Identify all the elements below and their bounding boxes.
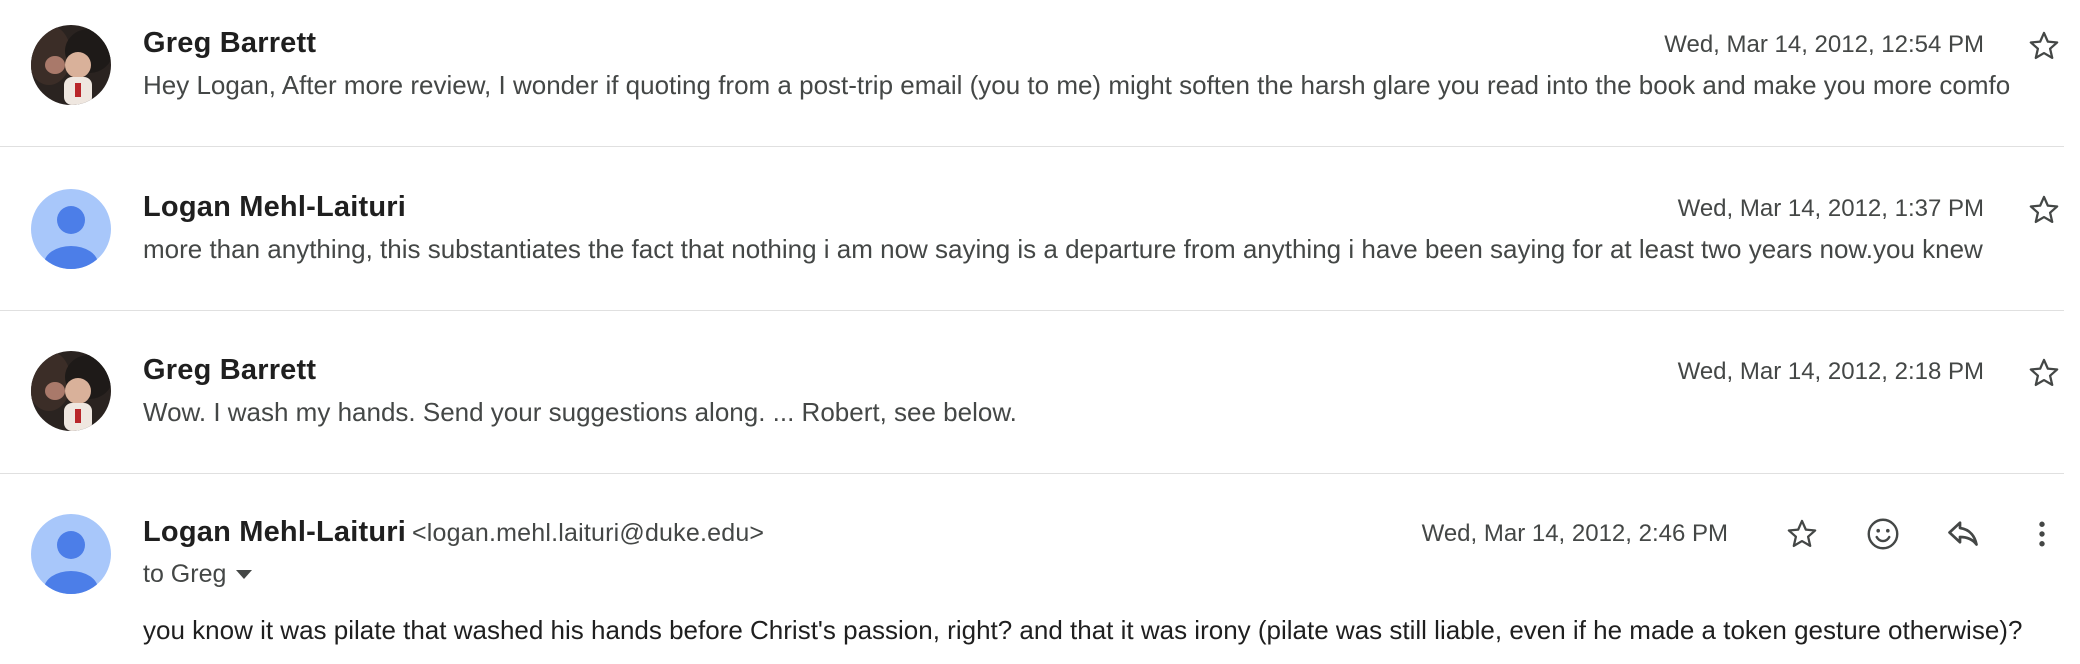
sender-name: Logan Mehl-Laituri bbox=[143, 191, 406, 223]
expanded-message: Logan Mehl-Laituri <logan.mehl.laituri@du… bbox=[0, 474, 2064, 664]
message-date: Wed, Mar 14, 2012, 12:54 PM bbox=[1664, 31, 1984, 58]
collapsed-message-1[interactable]: Greg Barrett Wed, Mar 14, 2012, 12:54 PM… bbox=[0, 0, 2064, 146]
star-icon[interactable] bbox=[1780, 512, 1824, 556]
email-thread: Greg Barrett Wed, Mar 14, 2012, 12:54 PM… bbox=[0, 0, 2080, 664]
reply-icon[interactable] bbox=[1941, 512, 1985, 556]
emoji-react-icon[interactable] bbox=[1861, 512, 1905, 556]
default-person-icon bbox=[31, 189, 111, 269]
message-snippet: Hey Logan, After more review, I wonder i… bbox=[143, 70, 2011, 100]
sender-email: <logan.mehl.laituri@duke.edu> bbox=[411, 519, 765, 547]
avatar-photo bbox=[31, 351, 111, 431]
message-date: Wed, Mar 14, 2012, 2:18 PM bbox=[1677, 358, 1984, 385]
sender-avatar[interactable] bbox=[31, 25, 111, 105]
message-date: Wed, Mar 14, 2012, 1:37 PM bbox=[1677, 195, 1984, 222]
sender-name: Greg Barrett bbox=[143, 27, 317, 59]
more-vert-icon[interactable] bbox=[2020, 512, 2064, 556]
sender-avatar[interactable] bbox=[31, 189, 111, 269]
chevron-down-icon bbox=[236, 569, 253, 579]
recipients-dropdown[interactable]: to Greg bbox=[143, 560, 253, 589]
sender-header: Logan Mehl-Laituri <logan.mehl.laituri@du… bbox=[143, 516, 764, 549]
recipients-label: to Greg bbox=[143, 560, 227, 588]
collapsed-message-3[interactable]: Greg Barrett Wed, Mar 14, 2012, 2:18 PM … bbox=[0, 311, 2064, 473]
sender-avatar[interactable] bbox=[31, 351, 111, 431]
star-icon[interactable] bbox=[2022, 188, 2066, 232]
default-person-icon bbox=[31, 514, 111, 594]
sender-avatar[interactable] bbox=[31, 514, 111, 594]
message-snippet: Wow. I wash my hands. Send your suggesti… bbox=[143, 397, 1017, 427]
message-body: you know it was pilate that washed his h… bbox=[143, 615, 2023, 645]
star-icon[interactable] bbox=[2022, 24, 2066, 68]
avatar-photo bbox=[31, 25, 111, 105]
message-date: Wed, Mar 14, 2012, 2:46 PM bbox=[1421, 520, 1728, 547]
sender-name: Greg Barrett bbox=[143, 354, 317, 386]
collapsed-message-2[interactable]: Logan Mehl-Laituri Wed, Mar 14, 2012, 1:… bbox=[0, 147, 2064, 310]
sender-name[interactable]: Logan Mehl-Laituri bbox=[143, 516, 406, 548]
star-icon[interactable] bbox=[2022, 351, 2066, 395]
message-snippet: more than anything, this substantiates t… bbox=[143, 234, 1983, 264]
